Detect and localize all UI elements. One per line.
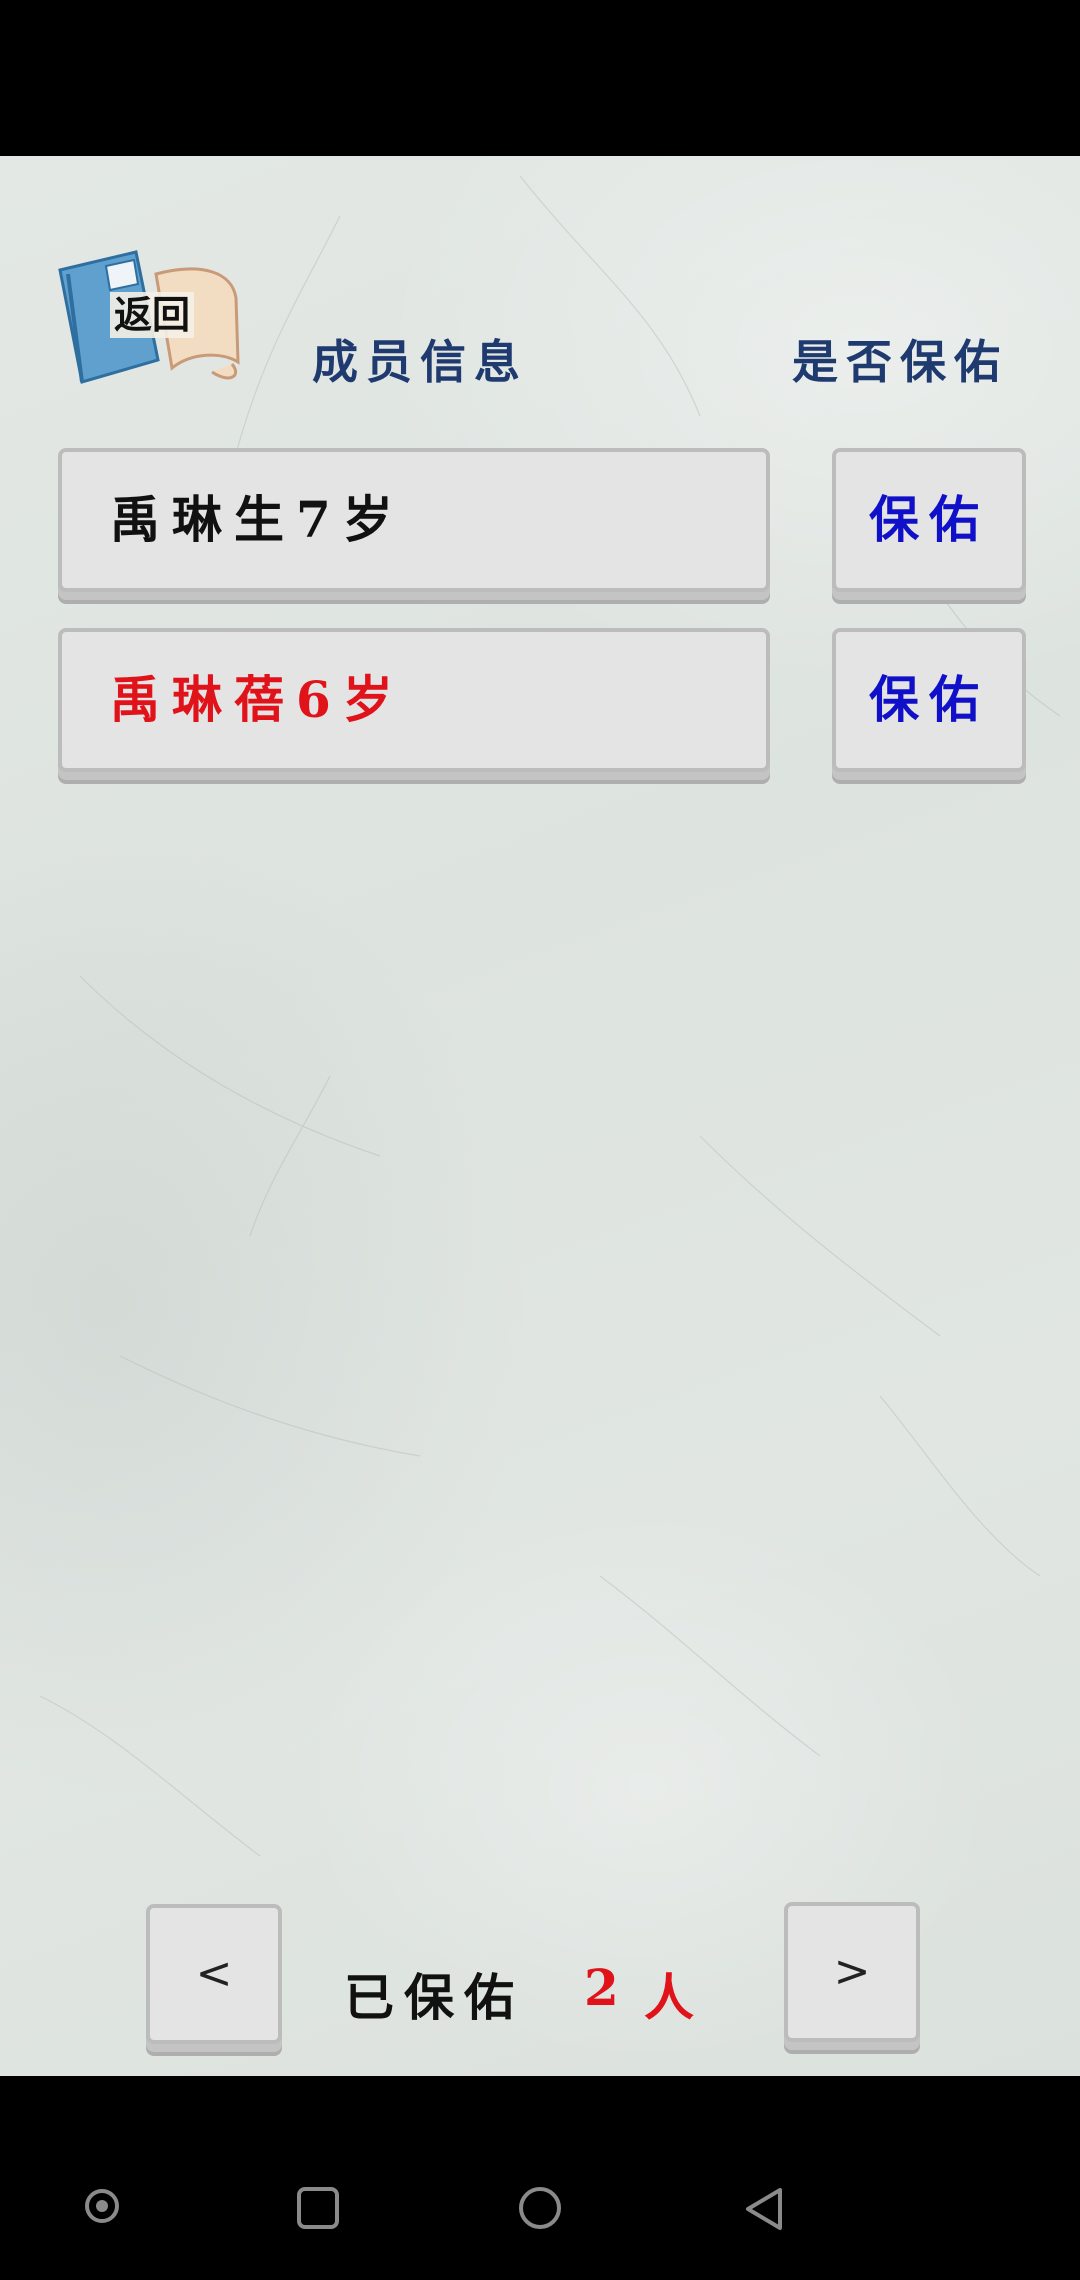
member-name: 禹琳生7岁 (110, 490, 405, 549)
bless-button-2[interactable]: 保佑 (832, 628, 1026, 772)
bless-button-label: 保佑 (869, 490, 989, 549)
member-row-2[interactable]: 禹琳蓓6岁 (58, 628, 770, 772)
system-nav-bar (0, 2076, 1080, 2280)
paper-texture (39, 175, 1061, 1857)
next-glyph: > (833, 1946, 871, 1997)
back-icon[interactable] (742, 2186, 786, 2232)
home-icon[interactable] (518, 2186, 562, 2230)
blessed-count-label: 已保佑 (344, 1968, 524, 2027)
status-bar (0, 0, 1080, 156)
bless-button-1[interactable]: 保佑 (832, 448, 1026, 592)
blessed-count-unit: 人 (644, 1968, 694, 2027)
bless-button-label: 保佑 (869, 670, 989, 729)
dot-icon[interactable] (82, 2186, 122, 2226)
back-button[interactable]: 返回 (52, 244, 242, 394)
prev-glyph: < (195, 1948, 233, 1999)
member-info-header: 成员信息 (312, 335, 528, 389)
bless-status-header: 是否保佑 (792, 335, 1008, 389)
member-row-1[interactable]: 禹琳生7岁 (58, 448, 770, 592)
prev-page-button[interactable]: < (146, 1904, 282, 2044)
back-label: 返回 (110, 292, 195, 338)
app-screen: 返回 成员信息 是否保佑 禹琳生7岁 保佑 禹琳蓓6岁 保佑 < 已保佑 2 人… (0, 156, 1080, 2076)
next-page-button[interactable]: > (784, 1902, 920, 2042)
blessed-count-value: 2 (584, 1958, 619, 2017)
recents-icon[interactable] (296, 2186, 340, 2230)
member-name: 禹琳蓓6岁 (110, 670, 405, 729)
